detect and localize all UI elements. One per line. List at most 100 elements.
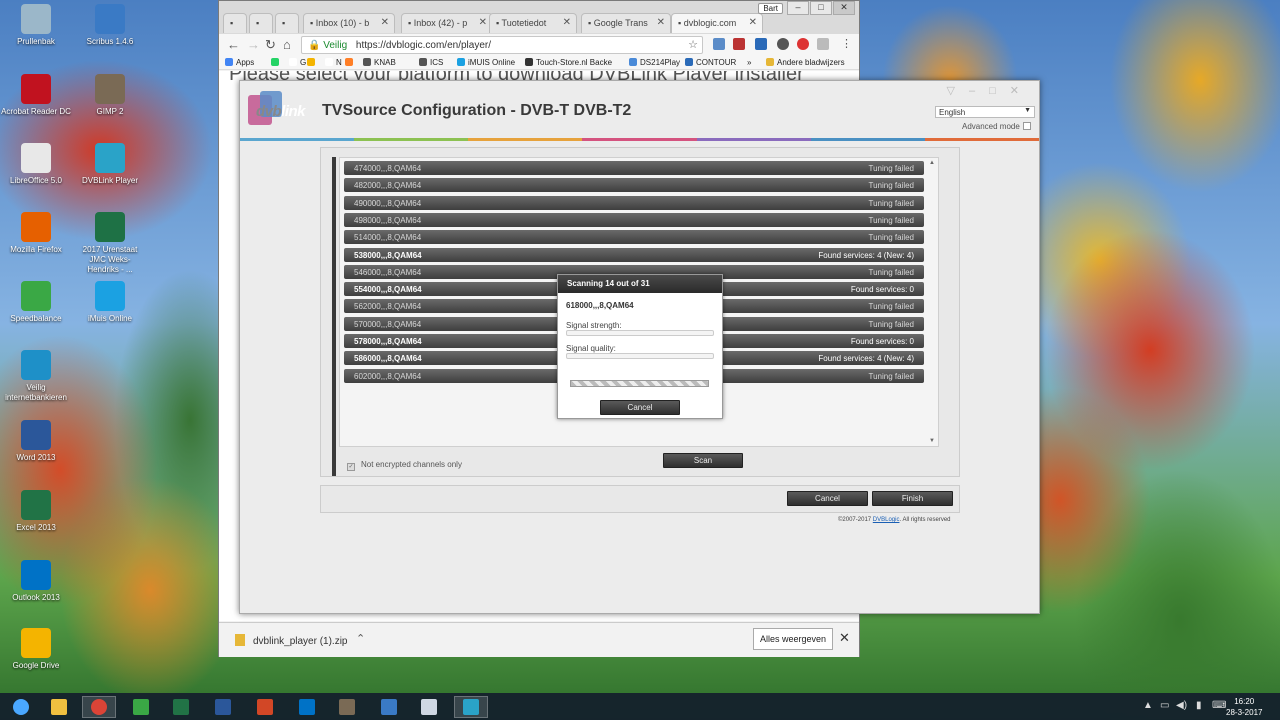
browser-tab[interactable]: ▪ bbox=[275, 13, 299, 33]
system-clock[interactable]: 16:20 28-3-2017 bbox=[1226, 696, 1262, 718]
taskbar-button[interactable] bbox=[206, 696, 240, 718]
taskbar-button[interactable] bbox=[42, 696, 76, 718]
bookmark-item[interactable] bbox=[271, 58, 282, 67]
battery-icon[interactable]: ▮ bbox=[1196, 700, 1202, 711]
channel-row[interactable]: 538000,,,8,QAM64 Found services: 4 (New: … bbox=[344, 247, 924, 262]
user-badge[interactable]: Bart bbox=[758, 3, 783, 14]
desktop-icon[interactable]: Acrobat Reader DC bbox=[0, 74, 72, 117]
browser-tab[interactable]: ▪ dvblogic.com ✕ bbox=[671, 13, 763, 33]
bookmark-item[interactable]: KNAB bbox=[363, 58, 396, 67]
taskbar-button[interactable] bbox=[412, 696, 446, 718]
maximize-icon[interactable]: □ bbox=[989, 85, 1010, 97]
advanced-mode-checkbox[interactable] bbox=[1022, 122, 1031, 130]
bookmark-item[interactable]: ICS bbox=[419, 58, 443, 67]
finish-button[interactable]: Finish bbox=[872, 491, 953, 506]
extension-translate-icon[interactable] bbox=[713, 38, 725, 50]
taskbar-button[interactable] bbox=[4, 696, 38, 718]
extension-icon[interactable] bbox=[755, 38, 767, 50]
show-all-downloads-button[interactable]: Alles weergeven bbox=[753, 628, 833, 650]
taskbar-button[interactable] bbox=[330, 696, 364, 718]
browser-tab[interactable]: ▪ bbox=[223, 13, 247, 33]
desktop-icon[interactable]: Mozilla Firefox bbox=[0, 212, 72, 255]
desktop-icon[interactable]: 2017 Urenstaat JMC Weks-Hendriks - ... bbox=[74, 212, 146, 275]
close-tab-icon[interactable]: ✕ bbox=[381, 17, 389, 28]
help-icon[interactable]: ▽ bbox=[947, 85, 969, 97]
menu-kebab-icon[interactable]: ⋮ bbox=[841, 37, 852, 50]
volume-icon[interactable]: ◀) bbox=[1176, 700, 1187, 711]
bookmark-item[interactable]: » bbox=[747, 58, 751, 67]
browser-tab[interactable]: ▪ bbox=[249, 13, 273, 33]
extension-icon[interactable] bbox=[733, 38, 745, 50]
scroll-down-icon[interactable]: ▼ bbox=[929, 438, 935, 444]
taskbar-button[interactable] bbox=[164, 696, 198, 718]
desktop-icon[interactable]: iMuis Online bbox=[74, 281, 146, 324]
not-encrypted-option[interactable]: ✓ Not encrypted channels only bbox=[347, 460, 462, 471]
channel-row[interactable]: 482000,,,8,QAM64 Tuning failed bbox=[344, 178, 924, 193]
home-icon[interactable]: ⌂ bbox=[283, 37, 291, 52]
bookmark-item[interactable]: DS214Play bbox=[629, 58, 680, 67]
taskbar-button[interactable] bbox=[248, 696, 282, 718]
scroll-up-icon[interactable]: ▲ bbox=[929, 160, 935, 166]
dvblogic-link[interactable]: DVBLogic bbox=[873, 517, 900, 523]
minimize-button[interactable]: – bbox=[787, 1, 809, 15]
channel-row[interactable]: 498000,,,8,QAM64 Tuning failed bbox=[344, 212, 924, 227]
desktop-icon[interactable]: Excel 2013 bbox=[0, 490, 72, 533]
desktop-icon[interactable]: Prullenbak bbox=[0, 4, 72, 47]
desktop-icon[interactable]: Veilig internetbankieren bbox=[0, 350, 72, 403]
channel-row[interactable]: 490000,,,8,QAM64 Tuning failed bbox=[344, 195, 924, 210]
desktop-icon[interactable]: Google Drive bbox=[0, 628, 72, 671]
desktop-icon[interactable]: Word 2013 bbox=[0, 420, 72, 463]
bookmark-star-icon[interactable]: ☆ bbox=[688, 38, 698, 51]
tray-chevron-icon[interactable]: ▲ bbox=[1143, 700, 1153, 711]
close-tab-icon[interactable]: ✕ bbox=[563, 17, 571, 28]
advanced-mode-toggle[interactable]: Advanced mode bbox=[962, 122, 1031, 131]
desktop-icon[interactable]: Speedbalance bbox=[0, 281, 72, 324]
language-select[interactable]: English ▼ bbox=[935, 106, 1035, 118]
close-download-bar-icon[interactable]: ✕ bbox=[839, 630, 850, 646]
close-tab-icon[interactable]: ✕ bbox=[657, 17, 665, 28]
browser-tab[interactable]: ▪ Tuotetiedot ✕ bbox=[489, 13, 577, 33]
desktop-icon[interactable]: DVBLink Player bbox=[74, 143, 146, 186]
taskbar-button[interactable] bbox=[454, 696, 488, 718]
bookmark-item[interactable]: G bbox=[289, 58, 306, 67]
keyboard-icon[interactable]: ⌨ bbox=[1212, 700, 1226, 711]
extension-icon[interactable] bbox=[817, 38, 829, 50]
maximize-button[interactable]: □ bbox=[810, 1, 832, 15]
close-icon[interactable]: ✕ bbox=[1010, 85, 1033, 97]
desktop-icon[interactable]: LibreOffice 5.0 bbox=[0, 143, 72, 186]
browser-tab[interactable]: ▪ Google Trans ✕ bbox=[581, 13, 671, 33]
browser-tab[interactable]: ▪ Inbox (10) - b ✕ bbox=[303, 13, 395, 33]
channel-row[interactable]: 514000,,,8,QAM64 Tuning failed bbox=[344, 230, 924, 245]
network-icon[interactable]: ▭ bbox=[1160, 700, 1169, 711]
bookmark-item[interactable]: Touch-Store.nl Backe bbox=[525, 58, 612, 67]
desktop-icon[interactable]: GIMP 2 bbox=[74, 74, 146, 117]
bookmark-item[interactable]: N bbox=[325, 58, 342, 67]
bookmark-item[interactable]: Apps bbox=[225, 58, 254, 67]
dialog-cancel-button[interactable]: Cancel bbox=[600, 400, 680, 415]
back-arrow-icon[interactable]: ← bbox=[227, 37, 240, 52]
close-tab-icon[interactable]: ✕ bbox=[749, 17, 757, 28]
chevron-up-icon[interactable]: ⌃ bbox=[356, 632, 365, 645]
reload-icon[interactable]: ↻ bbox=[265, 37, 276, 53]
minimize-icon[interactable]: – bbox=[969, 85, 989, 97]
bookmark-item[interactable]: CONTOUR bbox=[685, 58, 736, 67]
close-window-button[interactable]: ✕ bbox=[833, 1, 855, 15]
not-encrypted-checkbox[interactable]: ✓ bbox=[347, 463, 355, 471]
channel-row[interactable]: 474000,,,8,QAM64 Tuning failed bbox=[344, 161, 924, 175]
browser-tab[interactable]: ▪ Inbox (42) - p ✕ bbox=[401, 13, 493, 33]
bookmark-item[interactable]: iMUIS Online bbox=[457, 58, 515, 67]
desktop-icon[interactable]: Scribus 1.4.6 bbox=[74, 4, 146, 47]
forward-arrow-icon[interactable]: → bbox=[247, 37, 260, 52]
taskbar-button[interactable] bbox=[372, 696, 406, 718]
extension-icon[interactable] bbox=[777, 38, 789, 50]
taskbar-button[interactable] bbox=[82, 696, 116, 718]
taskbar-button[interactable] bbox=[124, 696, 158, 718]
close-tab-icon[interactable]: ✕ bbox=[479, 17, 487, 28]
desktop-icon[interactable]: Outlook 2013 bbox=[0, 560, 72, 603]
taskbar-button[interactable] bbox=[290, 696, 324, 718]
bookmark-item[interactable]: Andere bladwijzers bbox=[766, 58, 845, 67]
scan-button[interactable]: Scan bbox=[663, 453, 743, 468]
address-bar[interactable]: 🔒 Veilig https://dvblogic.com/en/player/… bbox=[301, 36, 703, 54]
cancel-button[interactable]: Cancel bbox=[787, 491, 868, 506]
download-item[interactable]: dvblink_player (1).zip bbox=[235, 634, 348, 647]
